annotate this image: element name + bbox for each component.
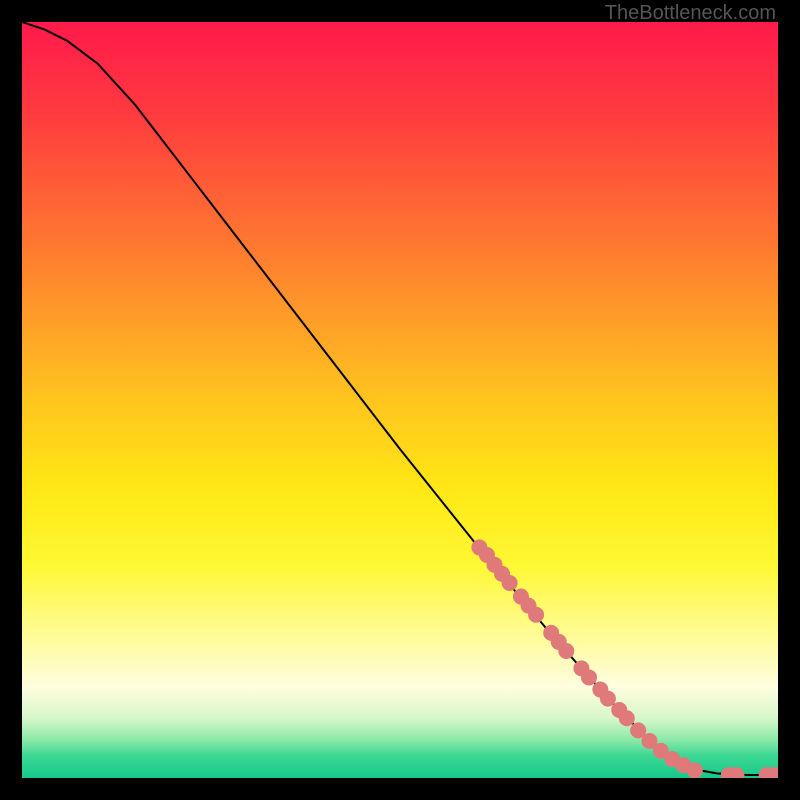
- chart-marker-point: [619, 710, 635, 726]
- chart-marker-point: [528, 607, 544, 623]
- chart-background-gradient: [22, 22, 778, 778]
- chart-marker-point: [558, 643, 574, 659]
- chart-plot-area: [22, 22, 778, 778]
- chart-marker-point: [687, 762, 703, 778]
- chart-marker-point: [600, 691, 616, 707]
- watermark-text: TheBottleneck.com: [605, 2, 776, 25]
- chart-marker-point: [581, 669, 597, 685]
- chart-svg: [22, 22, 778, 778]
- chart-marker-point: [502, 575, 518, 591]
